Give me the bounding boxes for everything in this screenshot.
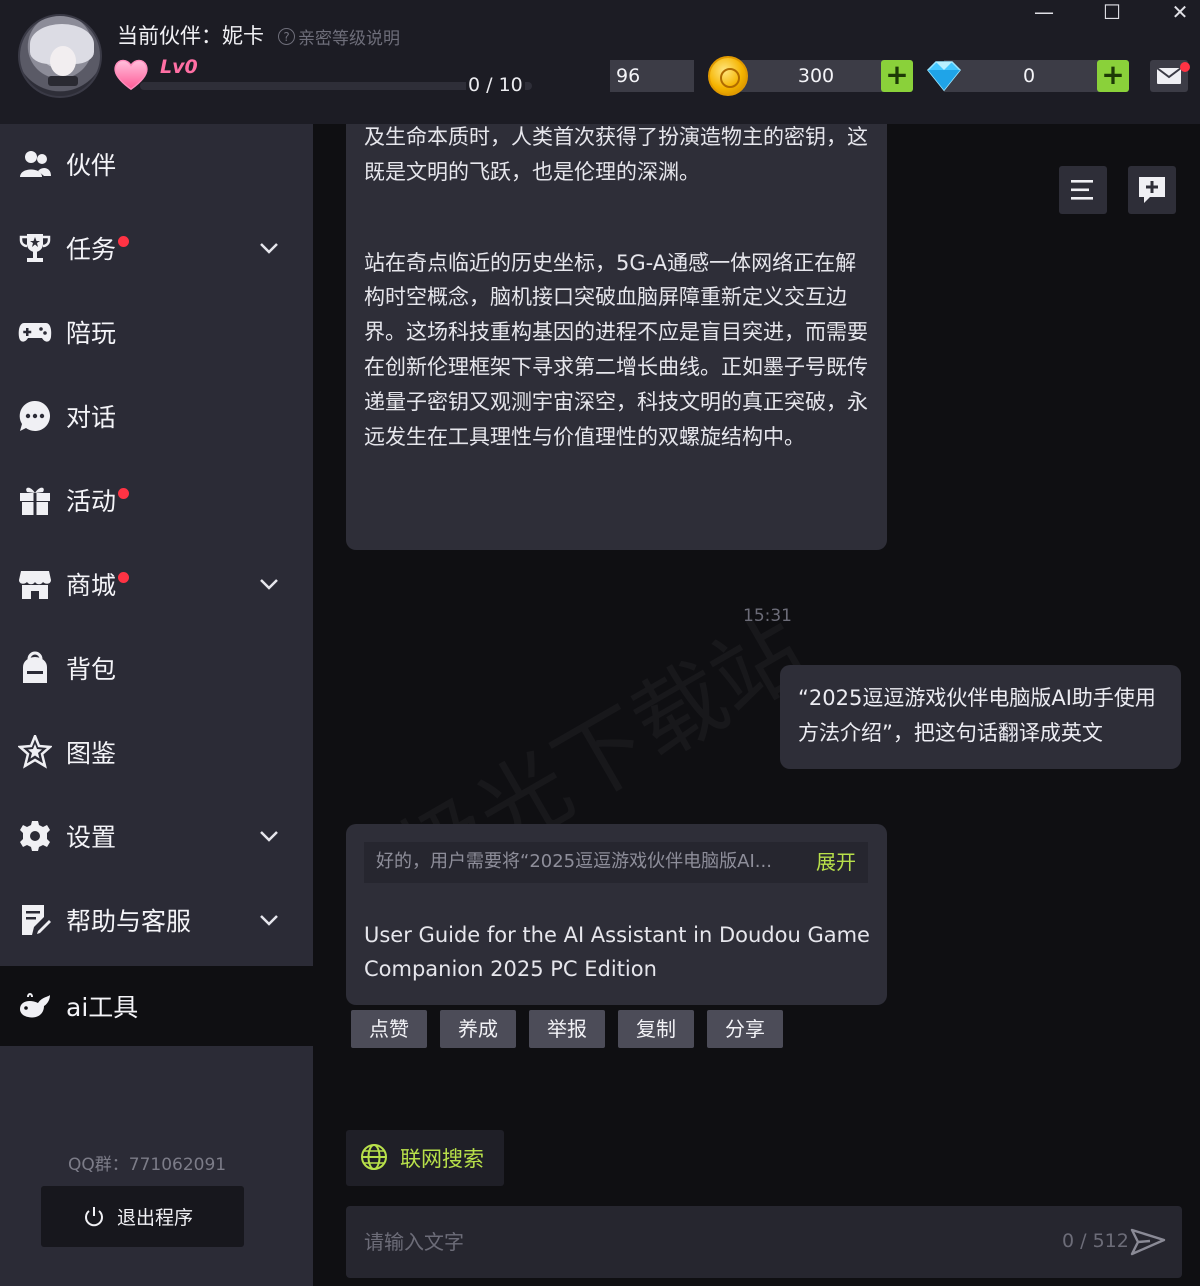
whale-icon	[20, 993, 50, 1018]
gift-icon	[20, 487, 50, 515]
mail-icon	[1156, 67, 1182, 84]
avatar-face	[50, 46, 76, 76]
message-input-bar: 0 / 512	[346, 1206, 1182, 1278]
sidebar-item-label: ai工具	[66, 993, 139, 1022]
avatar-collar	[48, 76, 78, 86]
intimacy-progress-text: 0 / 10	[466, 74, 525, 96]
message-timestamp: 15:31	[743, 606, 792, 626]
report-button[interactable]: 举报	[529, 1010, 605, 1048]
sidebar-item-label: 陪玩	[66, 319, 117, 348]
question-icon: ?	[278, 28, 295, 45]
assistant-message: 及生命本质时，人类首次获得了扮演造物主的密钥，这既是文明的飞跃，也是伦理的深渊。…	[346, 124, 887, 550]
intimacy-level: Lv0	[160, 56, 198, 78]
notification-dot	[118, 236, 129, 247]
current-partner-label: 当前伙伴：妮卡	[117, 24, 264, 48]
sidebar-item-collection[interactable]: 图鉴	[0, 712, 313, 792]
message-paragraph: 站在奇点临近的历史坐标，5G-A通感一体网络正在解构时空概念，脑机接口突破血脑屏…	[364, 250, 868, 449]
sidebar-item-partner[interactable]: 伙伴	[0, 124, 313, 204]
chat-panel: 极光下载站 及生命本质时，人类首次获得了扮演造物主的密钥，这既是文明的飞跃，也是…	[313, 124, 1200, 1286]
exit-program-label: 退出程序	[117, 1207, 194, 1229]
sidebar-item-label: 伙伴	[66, 151, 117, 180]
sidebar-item-label: 商城	[66, 571, 117, 600]
message-input[interactable]	[364, 1224, 1004, 1260]
intimacy-help-link[interactable]: ? 亲密等级说明	[278, 24, 400, 49]
backpack-icon	[23, 651, 47, 683]
sidebar: 伙伴 任务 陪玩 对话 活动 商城 背包 图鉴 设置 帮助与客服 ai工具 QQ…	[0, 124, 313, 1286]
reasoning-preview: 好的，用户需要将“2025逗逗游戏伙伴电脑版AI... 展开	[364, 842, 868, 883]
sidebar-item-tasks[interactable]: 任务	[0, 208, 313, 288]
sidebar-item-chat[interactable]: 对话	[0, 376, 313, 456]
window-close-button[interactable]: ✕	[1160, 0, 1200, 26]
sidebar-item-label: 活动	[66, 487, 117, 516]
sidebar-item-label: 帮助与客服	[66, 907, 192, 936]
star-badge-icon	[18, 735, 52, 769]
sidebar-item-events[interactable]: 活动	[0, 460, 313, 540]
partner-avatar[interactable]	[18, 14, 102, 98]
sidebar-item-label: 图鉴	[66, 739, 117, 768]
notification-dot	[118, 488, 129, 499]
sidebar-item-settings[interactable]: 设置	[0, 796, 313, 876]
share-button[interactable]: 分享	[707, 1010, 783, 1048]
coin-value: 300	[726, 60, 886, 92]
sidebar-item-label: 任务	[66, 235, 117, 264]
copy-button[interactable]: 复制	[618, 1010, 694, 1048]
add-coins-button[interactable]: +	[881, 60, 913, 92]
qq-group-text: QQ群：771062091	[68, 1155, 227, 1175]
add-comment-icon	[1139, 177, 1165, 203]
globe-icon	[361, 1144, 387, 1170]
nurture-button[interactable]: 养成	[440, 1010, 516, 1048]
store-icon	[19, 571, 51, 599]
intimacy-help-text: 亲密等级说明	[298, 29, 400, 49]
sidebar-item-companion-play[interactable]: 陪玩	[0, 292, 313, 372]
gem-value: 0	[944, 60, 1100, 92]
gear-icon	[20, 821, 50, 851]
reasoning-preview-text: 好的，用户需要将“2025逗逗游戏伙伴电脑版AI...	[376, 851, 772, 873]
chevron-down-icon	[260, 831, 278, 842]
sidebar-item-ai-tools[interactable]: ai工具	[0, 966, 313, 1046]
power-icon	[85, 1207, 103, 1227]
chevron-down-icon	[260, 915, 278, 926]
diamond-icon	[926, 61, 962, 92]
expand-reasoning-link[interactable]: 展开	[816, 845, 856, 880]
char-counter: 0 / 512	[1062, 1230, 1129, 1252]
gamepad-icon	[18, 323, 52, 342]
unread-mail-badge	[1180, 62, 1190, 72]
mail-button[interactable]	[1150, 60, 1190, 92]
menu-icon	[1071, 180, 1093, 200]
chevron-down-icon	[260, 579, 278, 590]
partner-icon	[20, 151, 51, 177]
new-chat-button[interactable]	[1128, 166, 1176, 214]
sidebar-item-backpack[interactable]: 背包	[0, 628, 313, 708]
assistant-message: 好的，用户需要将“2025逗逗游戏伙伴电脑版AI... 展开 User Guid…	[346, 824, 887, 1005]
coin-icon	[708, 56, 748, 96]
web-search-toggle[interactable]: 联网搜索	[346, 1130, 504, 1186]
window-maximize-button[interactable]: ☐	[1092, 0, 1132, 26]
sidebar-item-label: 对话	[66, 403, 117, 432]
message-paragraph: 及生命本质时，人类首次获得了扮演造物主的密钥，这既是文明的飞跃，也是伦理的深渊。	[364, 125, 868, 184]
sidebar-item-store[interactable]: 商城	[0, 544, 313, 624]
web-search-label: 联网搜索	[400, 1147, 484, 1171]
top-bar: 当前伙伴：妮卡 ? 亲密等级说明 Lv0 0 / 10 96 300 + 0 +…	[0, 0, 1200, 124]
trophy-icon	[19, 234, 51, 262]
add-gems-button[interactable]: +	[1097, 60, 1129, 92]
chat-list-button[interactable]	[1059, 166, 1107, 214]
sidebar-item-label: 背包	[66, 655, 117, 684]
help-edit-icon	[22, 905, 51, 935]
assistant-answer-text: User Guide for the AI Assistant in Doudo…	[364, 923, 870, 981]
chevron-down-icon	[260, 243, 278, 254]
notification-dot	[118, 572, 129, 583]
user-message: “2025逗逗游戏伙伴电脑版AI助手使用方法介绍”，把这句话翻译成英文	[780, 665, 1181, 769]
sidebar-item-label: 设置	[66, 823, 117, 852]
window-minimize-button[interactable]: —	[1024, 0, 1064, 26]
chat-icon	[19, 400, 50, 431]
like-button[interactable]: 点赞	[351, 1010, 427, 1048]
energy-value: 96	[610, 60, 694, 92]
send-icon[interactable]	[1130, 1224, 1166, 1258]
exit-program-button[interactable]: 退出程序	[41, 1186, 244, 1247]
sidebar-item-help[interactable]: 帮助与客服	[0, 880, 313, 960]
